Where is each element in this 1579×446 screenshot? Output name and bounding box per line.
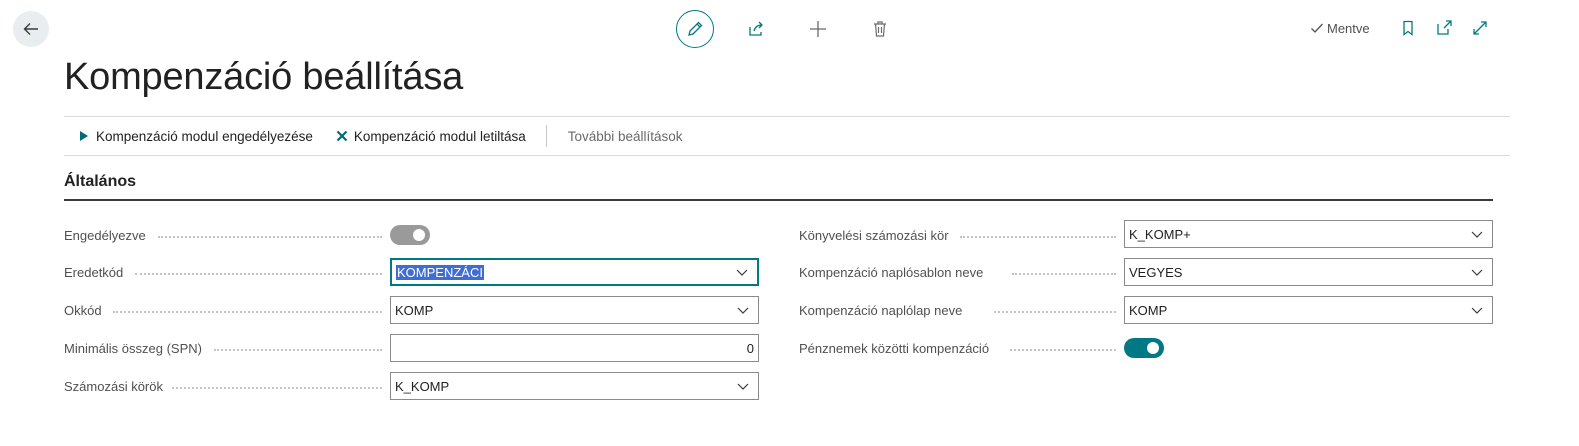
open-in-new-window-icon <box>1436 20 1452 35</box>
posting-number-series-select[interactable]: K_KOMP+ <box>1124 220 1493 248</box>
cross-currency-toggle[interactable] <box>1124 338 1164 358</box>
pencil-icon <box>688 21 703 36</box>
checkmark-icon <box>1311 23 1323 33</box>
field-label: Számozási körök <box>64 378 163 394</box>
chevron-down-icon[interactable] <box>735 265 749 279</box>
action-bar: Kompenzáció modul engedélyezése Kompenzá… <box>64 116 1510 156</box>
field-label: Könyvelési számozási kör <box>799 227 949 243</box>
right-action-bar: Mentve <box>1310 20 1488 36</box>
open-new-window-button[interactable] <box>1436 20 1452 36</box>
page-title: Kompenzáció beállítása <box>64 56 464 98</box>
field-value: K_KOMP <box>395 378 450 394</box>
chevron-down-icon[interactable] <box>736 379 750 393</box>
saved-label: Mentve <box>1327 20 1370 36</box>
field-label: Pénznemek közötti kompenzáció <box>799 340 990 356</box>
action-separator <box>545 125 547 147</box>
disable-module-action[interactable]: Kompenzáció modul letiltása <box>336 129 526 144</box>
field-value: 0 <box>746 340 754 356</box>
journal-batch-select[interactable]: KOMP <box>1124 296 1493 324</box>
plus-icon <box>810 21 826 37</box>
enable-module-label: Kompenzáció modul engedélyezése <box>96 128 313 144</box>
field-label: Engedélyezve <box>64 227 146 243</box>
dotted-leader <box>172 387 382 389</box>
field-label: Kompenzáció naplólap neve <box>799 302 963 318</box>
field-value: KOMP <box>395 302 434 318</box>
field-value: VEGYES <box>1129 264 1183 280</box>
enabled-toggle[interactable] <box>390 225 430 245</box>
section-divider <box>64 199 1493 201</box>
dotted-leader <box>1010 349 1116 351</box>
source-code-select[interactable]: KOMPENZÁCI <box>390 258 759 286</box>
minimum-amount-input[interactable]: 0 <box>390 334 759 362</box>
toggle-knob <box>413 229 425 241</box>
delete-button[interactable] <box>871 20 889 38</box>
enable-module-action[interactable]: Kompenzáció modul engedélyezése <box>78 129 313 144</box>
new-button[interactable] <box>809 20 827 38</box>
toggle-knob <box>1147 342 1159 354</box>
chevron-down-icon[interactable] <box>1470 303 1484 317</box>
chevron-down-icon[interactable] <box>736 303 750 317</box>
chevron-down-icon[interactable] <box>1470 265 1484 279</box>
share-icon <box>749 21 763 36</box>
field-label: Okkód <box>64 302 102 318</box>
field-label: Eredetkód <box>64 264 124 280</box>
field-label: Kompenzáció naplósablon neve <box>799 264 984 280</box>
dotted-leader <box>1012 273 1116 275</box>
trash-icon <box>874 21 886 37</box>
more-settings-label: További beállítások <box>567 128 683 144</box>
field-value: KOMP <box>1129 302 1168 318</box>
dotted-leader <box>158 236 382 238</box>
dotted-leader <box>113 311 382 313</box>
field-value: K_KOMP+ <box>1129 226 1191 242</box>
back-button[interactable] <box>13 11 49 47</box>
expand-icon <box>1472 21 1487 35</box>
disable-module-label: Kompenzáció modul letiltása <box>353 128 526 144</box>
dotted-leader <box>960 236 1116 238</box>
saved-status: Mentve <box>1310 21 1370 36</box>
close-icon <box>336 130 348 142</box>
dotted-leader <box>994 311 1116 313</box>
reason-code-select[interactable]: KOMP <box>390 296 759 324</box>
bookmark-icon <box>1402 20 1413 36</box>
dotted-leader <box>214 349 382 351</box>
section-title: Általános <box>64 173 137 190</box>
play-icon <box>78 130 90 142</box>
edit-button[interactable] <box>676 10 714 48</box>
field-value: KOMPENZÁCI <box>396 264 484 280</box>
journal-template-select[interactable]: VEGYES <box>1124 258 1493 286</box>
expand-button[interactable] <box>1472 20 1488 36</box>
top-action-bar <box>676 10 889 48</box>
arrow-left-icon <box>23 23 38 35</box>
field-label: Minimális összeg (SPN) <box>64 340 202 356</box>
more-settings-action[interactable]: További beállítások <box>568 129 683 144</box>
number-series-select[interactable]: K_KOMP <box>390 372 759 400</box>
chevron-down-icon[interactable] <box>1470 227 1484 241</box>
bookmark-button[interactable] <box>1400 20 1416 36</box>
dotted-leader <box>135 273 382 275</box>
share-button[interactable] <box>747 20 765 38</box>
